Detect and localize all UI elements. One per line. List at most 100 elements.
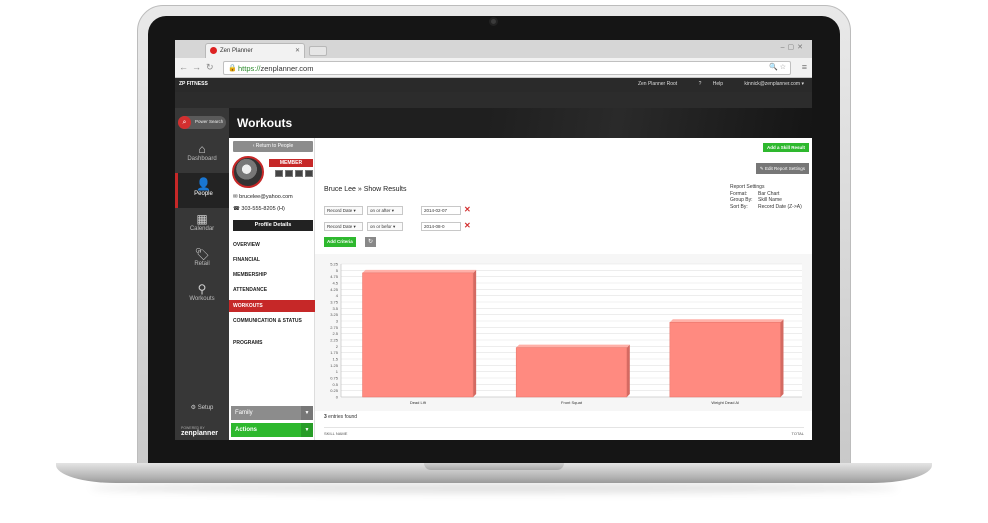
message-icon[interactable] <box>295 170 303 177</box>
help-link[interactable]: ? Help <box>689 81 723 87</box>
y-tick-label: 3.75 <box>330 300 339 305</box>
criteria-operator-value: on or after <box>370 208 391 213</box>
criteria-date-input[interactable]: 2014-08-0 <box>421 222 461 231</box>
y-tick-label: 2.75 <box>330 325 339 330</box>
email-value: brucelee@yahoo.com <box>239 194 293 200</box>
add-skill-result-button[interactable]: Add a Skill Result <box>762 143 809 152</box>
tab-close-icon[interactable]: ✕ <box>295 47 300 54</box>
new-tab-button[interactable] <box>309 46 327 56</box>
calendar-icon: ▦ <box>196 212 208 226</box>
nav-programs[interactable]: PROGRAMS <box>233 340 315 346</box>
sidebar-item-calendar[interactable]: ▦ Calendar <box>175 208 229 243</box>
bar-top <box>516 344 630 348</box>
more-icon[interactable] <box>305 170 313 177</box>
zenplanner-logo: zenplanner <box>181 430 218 437</box>
nav-membership[interactable]: MEMBERSHIP <box>233 272 315 278</box>
nav-communication-status[interactable]: COMMUNICATION & STATUS <box>233 318 315 324</box>
bar-side <box>780 319 784 397</box>
y-tick-label: 3 <box>336 319 339 324</box>
camera-icon <box>489 17 498 26</box>
criteria-operator-select[interactable]: on or after ▾ <box>367 206 403 215</box>
root-link[interactable]: Zen Planner Root <box>638 81 677 87</box>
nav-workouts[interactable]: WORKOUTS <box>229 300 315 312</box>
bar-top <box>362 269 477 273</box>
card-icon[interactable] <box>275 170 283 177</box>
powered-by: POWERED BY zenplanner <box>181 426 218 437</box>
y-tick-label: 2.25 <box>330 338 339 343</box>
chevron-down-icon: ▼ <box>301 406 313 420</box>
criteria-field-select[interactable]: Record Date ▾ <box>324 206 363 215</box>
col-skill-name[interactable]: SKILL NAME <box>324 431 347 436</box>
laptop-notch <box>424 463 564 470</box>
results-table-header: SKILL NAME TOTAL <box>324 427 804 436</box>
tag-icon: 🏷 <box>194 247 210 261</box>
y-tick-label: 0.75 <box>330 376 339 381</box>
zoom-star-icons[interactable]: 🔍 ☆ <box>769 63 786 71</box>
sidebar-item-retail[interactable]: 🏷 Retail <box>175 243 229 278</box>
gear-icon: ⚙ <box>190 405 197 411</box>
y-tick-label: 1.75 <box>330 350 339 355</box>
search-icon: ⌕ <box>178 116 191 129</box>
help-icon: ? <box>698 81 702 87</box>
avatar[interactable] <box>232 156 264 188</box>
edit-report-settings-button[interactable]: ✎ Edit Report Settings <box>755 163 809 174</box>
sidebar-item-label: Retail <box>194 261 210 267</box>
remove-criteria-icon[interactable]: ✕ <box>464 221 471 230</box>
family-dropdown[interactable]: Family ▼ <box>231 406 313 420</box>
settings-value: Record Date (Z->A) <box>758 203 802 210</box>
app-topbar: ZP FITNESS Zen Planner Root ? Help kinni… <box>175 78 812 92</box>
page-title: Workouts <box>237 116 293 130</box>
address-bar[interactable]: 🔒 https://zenplanner.com 🔍 ☆ <box>223 61 791 75</box>
add-criteria-button[interactable]: Add Criteria <box>324 237 356 247</box>
window-controls[interactable]: –▢✕ <box>781 43 806 51</box>
back-arrow-icon[interactable]: ← <box>179 62 188 72</box>
bar <box>515 347 628 398</box>
y-tick-label: 0.5 <box>332 382 338 387</box>
refresh-icon[interactable]: ↻ <box>365 237 376 247</box>
brand-name: ZP FITNESS <box>179 81 208 87</box>
sidebar-item-label: Calendar <box>189 226 215 232</box>
user-menu[interactable]: kinnick@zenplanner.com ▾ <box>734 81 804 87</box>
laptop-frame: Zen Planner ✕ –▢✕ ← → ↻ 🔒 https://zenpla… <box>0 0 988 523</box>
forward-arrow-icon[interactable]: → <box>192 62 201 72</box>
return-to-people-button[interactable]: ‹ Return to People <box>233 141 313 152</box>
criteria-operator-select[interactable]: on or befor ▾ <box>367 222 403 231</box>
phone-value: 303-555-8205 (H) <box>241 206 285 212</box>
setup-label: Setup <box>197 405 214 411</box>
sidebar-item-people[interactable]: 👤 People <box>175 173 229 208</box>
criteria-field-select[interactable]: Record Date ▾ <box>324 222 363 231</box>
browser-menu-icon[interactable]: ≡ <box>802 62 807 72</box>
remove-criteria-icon[interactable]: ✕ <box>464 205 471 214</box>
y-tick-label: 4.5 <box>332 281 338 286</box>
person-icon: 👤 <box>196 177 211 191</box>
top-links: Zen Planner Root ? Help kinnick@zenplann… <box>628 81 804 87</box>
col-total[interactable]: TOTAL <box>791 431 804 436</box>
contact-email[interactable]: ✉ brucelee@yahoo.com <box>233 194 293 200</box>
url-host: zenplanner.com <box>260 64 314 73</box>
criteria-date-input[interactable]: 2014-02-07 <box>421 206 461 215</box>
power-search[interactable]: ⌕ Power Search <box>178 116 226 129</box>
sidebar-item-dashboard[interactable]: ⌂ Dashboard <box>175 138 229 173</box>
app-header: ZP FITNESS Zen Planner Root ? Help kinni… <box>175 78 812 108</box>
actions-dropdown[interactable]: Actions ▼ <box>231 423 313 437</box>
sidebar: ⌕ Power Search ⌂ Dashboard 👤 People ▦ Ca… <box>175 108 229 440</box>
bar <box>362 272 474 398</box>
nav-financial[interactable]: FINANCIAL <box>233 257 315 263</box>
sidebar-item-workouts[interactable]: ⚲ Workouts <box>175 278 229 313</box>
mail-icon: ✉ <box>233 194 238 200</box>
browser-tab[interactable]: Zen Planner ✕ <box>205 43 305 58</box>
reload-icon[interactable]: ↻ <box>206 62 214 73</box>
bar-top <box>669 319 784 323</box>
edit-settings-label: Edit Report Settings <box>764 166 805 171</box>
profile-details-button[interactable]: Profile Details <box>233 220 313 231</box>
chevron-down-icon: ▼ <box>301 423 313 437</box>
report-settings: Report Settings Format: Bar Chart Group B… <box>730 184 802 210</box>
nav-attendance[interactable]: ATTENDANCE <box>233 287 315 293</box>
y-tick-label: 1 <box>336 369 339 374</box>
setup-link[interactable]: ⚙ Setup <box>175 404 229 411</box>
x-tick-label: Front Squat <box>561 400 583 405</box>
user-email: kinnick@zenplanner.com <box>744 81 801 87</box>
nav-overview[interactable]: OVERVIEW <box>233 242 315 248</box>
add-icon[interactable] <box>285 170 293 177</box>
return-label: Return to People <box>255 143 294 149</box>
